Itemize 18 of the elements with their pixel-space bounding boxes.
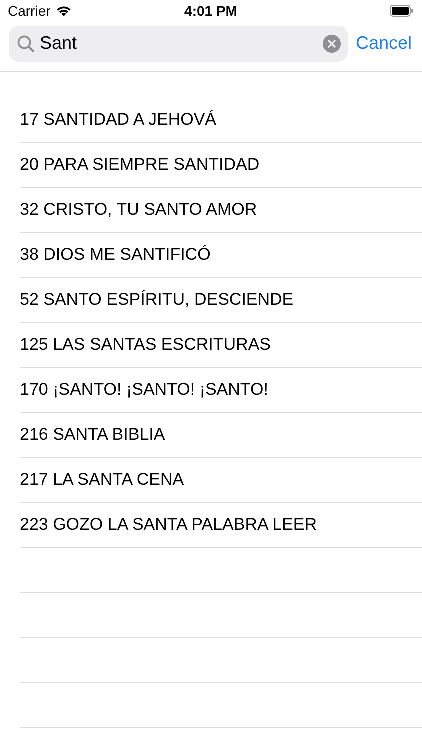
result-item[interactable]: 38 DIOS ME SANTIFICÓ [20,242,211,268]
carrier-label: Carrier [8,2,51,20]
search-field[interactable]: Sant [9,26,348,62]
result-item[interactable]: 216 SANTA BIBLIA [20,422,166,448]
result-item[interactable]: 223 GOZO LA SANTA PALABRA LEER [20,512,318,538]
cancel-button[interactable]: Cancel [356,30,412,57]
result-item[interactable]: 125 LAS SANTAS ESCRITURAS [20,332,271,358]
clock-label: 4:01 PM [184,2,238,20]
wifi-icon [56,5,72,17]
clear-icon[interactable] [323,34,341,52]
battery-icon [390,5,414,17]
result-item[interactable]: 20 PARA SIEMPRE SANTIDAD [20,152,260,178]
result-item[interactable]: 170 ¡SANTO! ¡SANTO! ¡SANTO! [20,377,268,403]
result-item[interactable]: 52 SANTO ESPÍRITU, DESCIENDE [20,287,294,313]
result-item[interactable]: 217 LA SANTA CENA [20,467,184,493]
result-item[interactable]: 17 SANTIDAD A JEHOVÁ [20,107,217,133]
result-item[interactable]: 32 CRISTO, TU SANTO AMOR [20,197,258,223]
search-icon [17,34,35,52]
